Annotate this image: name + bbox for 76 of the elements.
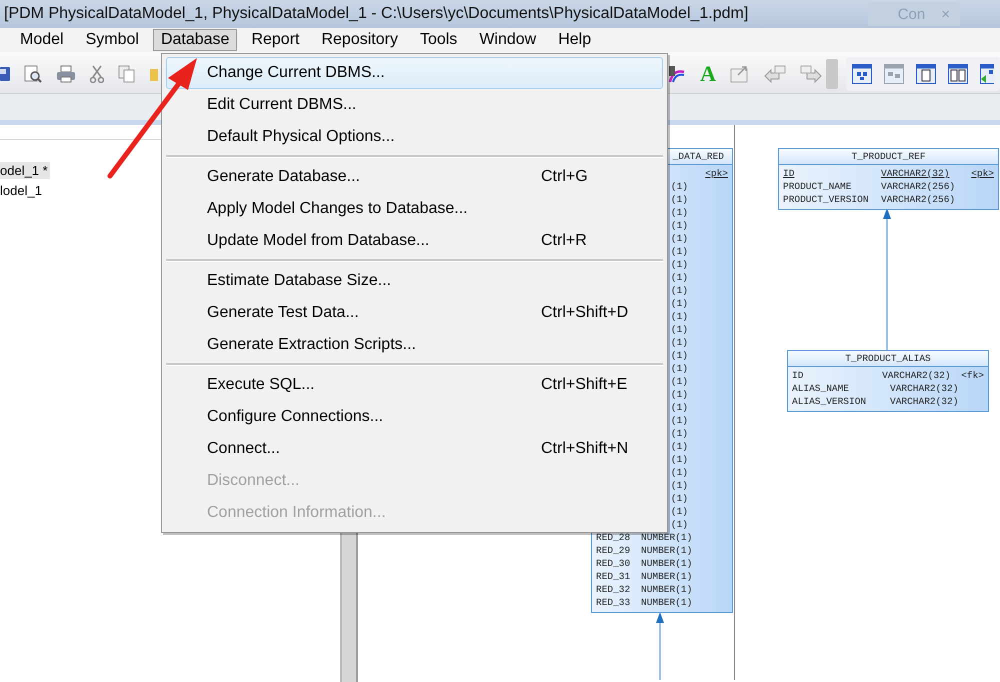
column-type: (1) bbox=[670, 272, 688, 283]
column-type: (1) bbox=[670, 506, 688, 517]
column-type: NUMBER(1) bbox=[641, 597, 692, 608]
column-type: (1) bbox=[670, 441, 688, 452]
menu-option-label: Connect... bbox=[207, 440, 281, 458]
menu-option-label: Generate Database... bbox=[207, 168, 361, 186]
column-type: VARCHAR2(32) bbox=[890, 396, 958, 407]
column-name: ID bbox=[792, 370, 804, 381]
menu-option-label: Disconnect... bbox=[207, 472, 300, 490]
shortcut-label: Ctrl+Shift+D bbox=[541, 304, 628, 322]
column-type: NUMBER(1) bbox=[641, 545, 692, 556]
column-type: VARCHAR2(32) bbox=[890, 383, 958, 394]
column-name: ALIAS_NAME bbox=[792, 383, 850, 394]
column-type: (1) bbox=[670, 402, 688, 413]
menu-option-label: Estimate Database Size... bbox=[207, 272, 392, 290]
column-type: (1) bbox=[670, 363, 688, 374]
column-type: (1) bbox=[670, 194, 688, 205]
menu-option-label: Generate Extraction Scripts... bbox=[207, 336, 417, 354]
column-name: ID bbox=[783, 168, 794, 179]
column-type: (1) bbox=[670, 246, 688, 257]
column-type: (1) bbox=[670, 324, 688, 335]
column-name: RED_30 bbox=[596, 558, 630, 569]
column-type: (1) bbox=[670, 311, 688, 322]
menu-option-label: Configure Connections... bbox=[207, 408, 384, 426]
column-type: (1) bbox=[670, 337, 688, 348]
column-type: NUMBER(1) bbox=[641, 584, 692, 595]
column-type: (1) bbox=[670, 220, 688, 231]
menu-option-label: Default Physical Options... bbox=[207, 128, 396, 146]
column-type: VARCHAR2(32) bbox=[882, 370, 951, 381]
column-type: (1) bbox=[670, 285, 688, 296]
column-type: (1) bbox=[670, 454, 688, 465]
column-type: (1) bbox=[670, 376, 688, 387]
menu-option-label: Apply Model Changes to Database... bbox=[207, 200, 469, 218]
column-type: NUMBER(1) bbox=[641, 558, 692, 569]
column-type: (1) bbox=[670, 298, 688, 309]
column-type: (1) bbox=[670, 415, 688, 426]
key-marker: <fk> bbox=[961, 370, 984, 381]
table-title: T_PRODUCT_ALIAS bbox=[788, 351, 988, 367]
column-type: VARCHAR2(32) bbox=[881, 168, 950, 179]
shortcut-label: Ctrl+G bbox=[541, 168, 588, 186]
column-type: NUMBER(1) bbox=[641, 571, 692, 582]
menu-option-label: Connection Information... bbox=[207, 504, 387, 522]
menu-option-label: Update Model from Database... bbox=[207, 232, 430, 250]
column-name: RED_32 bbox=[596, 584, 630, 595]
column-type: (1) bbox=[670, 389, 688, 400]
column-type: (1) bbox=[670, 519, 688, 530]
column-name: PRODUCT_VERSION bbox=[783, 194, 869, 205]
shortcut-label: Ctrl+R bbox=[541, 232, 587, 250]
key-marker: <pk> bbox=[705, 168, 728, 179]
column-type: (1) bbox=[670, 428, 688, 439]
column-type: VARCHAR2(256) bbox=[881, 181, 956, 192]
column-type: (1) bbox=[670, 493, 688, 504]
column-name: RED_31 bbox=[596, 571, 630, 582]
column-type: (1) bbox=[670, 259, 688, 270]
column-type: (1) bbox=[670, 480, 688, 491]
key-marker: <pk> bbox=[971, 168, 994, 179]
column-type: VARCHAR2(256) bbox=[881, 194, 956, 205]
column-type: NUMBER(1) bbox=[641, 532, 692, 543]
column-type: (1) bbox=[670, 233, 688, 244]
column-name: RED_28 bbox=[596, 532, 630, 543]
table-title: T_PRODUCT_REF bbox=[779, 149, 998, 165]
column-name: RED_33 bbox=[596, 597, 630, 608]
menu-option-label: Change Current DBMS... bbox=[207, 64, 386, 82]
column-type: (1) bbox=[670, 181, 688, 192]
column-type: (1) bbox=[670, 207, 688, 218]
column-type: (1) bbox=[670, 467, 688, 478]
window-title: [PDM PhysicalDataModel_1, PhysicalDataModel_1 - C:\Users\yc\Documents\PhysicalDataModel_1.pdm] bbox=[4, 5, 748, 23]
shortcut-label: Ctrl+Shift+E bbox=[541, 376, 628, 394]
column-name: RED_29 bbox=[596, 545, 630, 556]
column-name: ALIAS_VERSION bbox=[792, 396, 866, 407]
column-name: PRODUCT_NAME bbox=[783, 181, 852, 192]
menu-option-label: Edit Current DBMS... bbox=[207, 96, 358, 114]
shortcut-label: Ctrl+Shift+N bbox=[541, 440, 628, 458]
column-type: (1) bbox=[670, 350, 688, 361]
menu-option-label: Generate Test Data... bbox=[207, 304, 360, 322]
menu-option-label: Execute SQL... bbox=[207, 376, 316, 394]
